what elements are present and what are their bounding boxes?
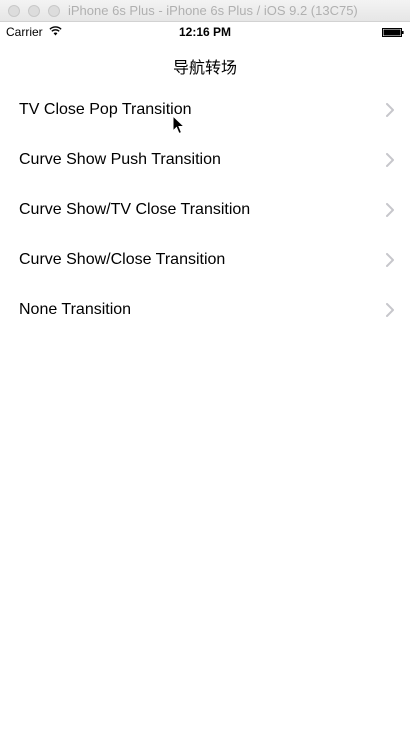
chevron-right-icon xyxy=(386,303,394,317)
minimize-window-button[interactable] xyxy=(28,5,40,17)
status-bar: Carrier 12:16 PM xyxy=(0,22,410,42)
table-row[interactable]: Curve Show/TV Close Transition xyxy=(0,185,410,235)
row-label: Curve Show/Close Transition xyxy=(19,251,226,268)
zoom-window-button[interactable] xyxy=(48,5,60,17)
table-row[interactable]: TV Close Pop Transition xyxy=(0,85,410,135)
chevron-right-icon xyxy=(386,103,394,117)
chevron-right-icon xyxy=(386,153,394,167)
table-row[interactable]: None Transition xyxy=(0,285,410,335)
table-row[interactable]: Curve Show Push Transition xyxy=(0,135,410,185)
simulator-window: iPhone 6s Plus - iPhone 6s Plus / iOS 9.… xyxy=(0,0,410,756)
transition-table: TV Close Pop Transition Curve Show Push … xyxy=(0,85,410,335)
battery-icon xyxy=(382,28,404,37)
row-label: None Transition xyxy=(19,301,132,318)
row-label: Curve Show Push Transition xyxy=(19,151,221,168)
chevron-right-icon xyxy=(386,253,394,267)
row-label: TV Close Pop Transition xyxy=(19,101,192,118)
status-time: 12:16 PM xyxy=(178,25,232,39)
chevron-right-icon xyxy=(386,203,394,217)
close-window-button[interactable] xyxy=(8,5,20,17)
navigation-bar: 导航转场 xyxy=(0,42,410,86)
window-title: iPhone 6s Plus - iPhone 6s Plus / iOS 9.… xyxy=(68,3,358,18)
page-title: 导航转场 xyxy=(172,58,237,77)
simulator-title-bar: iPhone 6s Plus - iPhone 6s Plus / iOS 9.… xyxy=(0,0,410,22)
row-label: Curve Show/TV Close Transition xyxy=(19,201,251,218)
table-row[interactable]: Curve Show/Close Transition xyxy=(0,235,410,285)
